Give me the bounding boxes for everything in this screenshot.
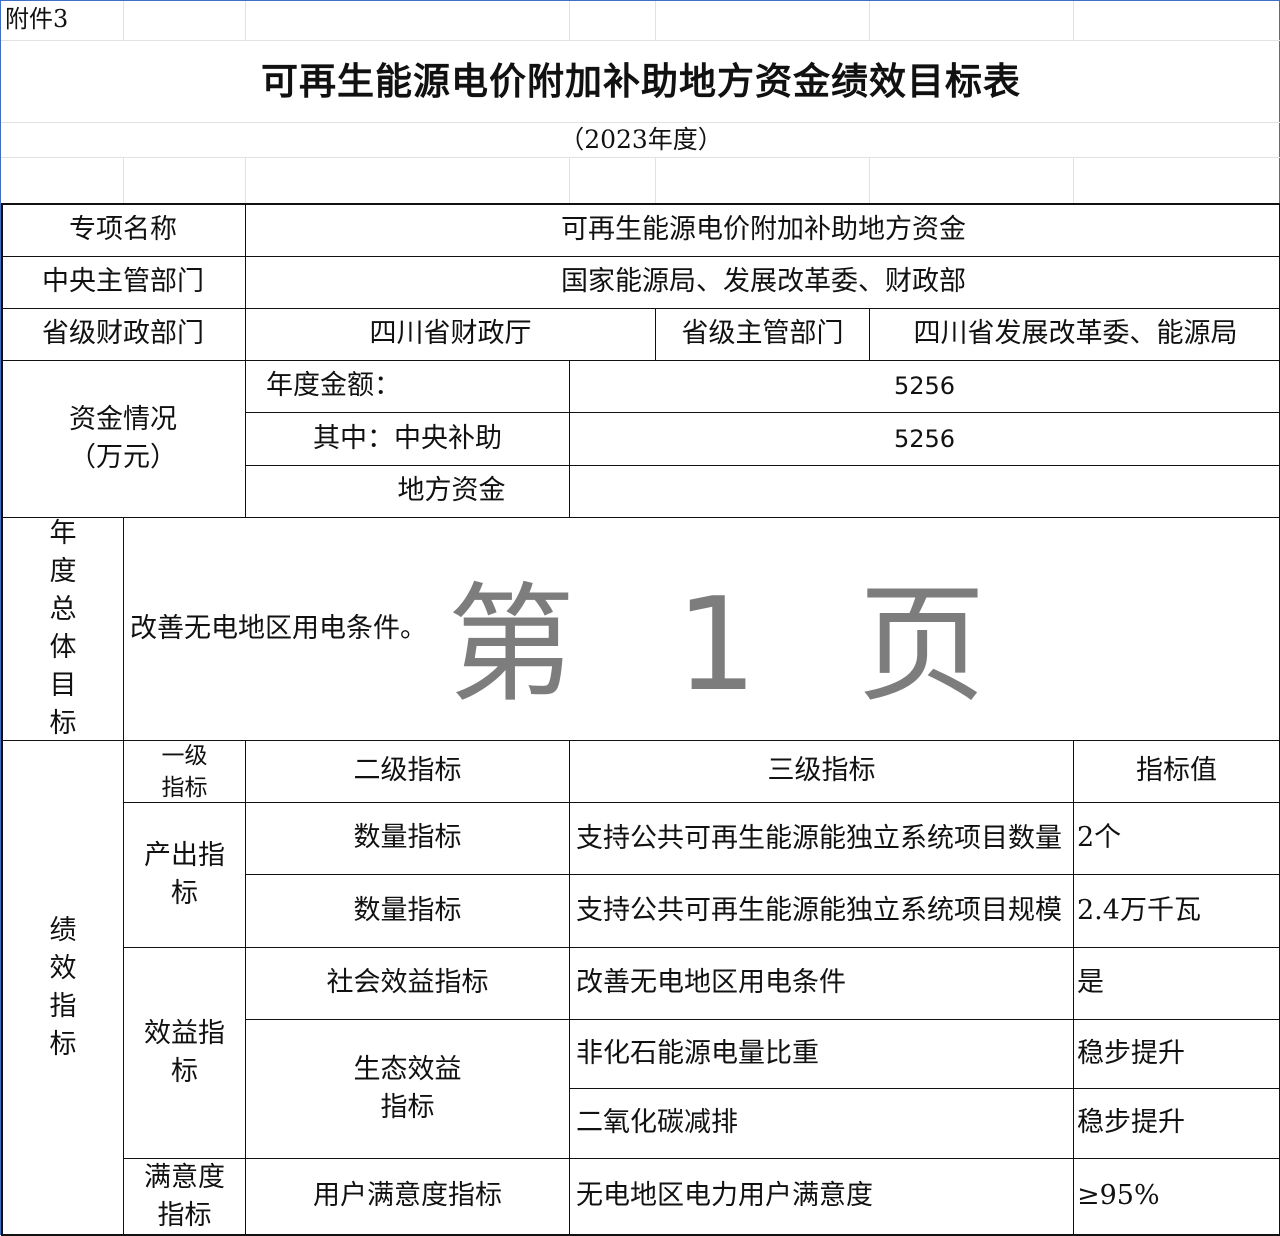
indicator-label-char: 指 [49, 990, 77, 1022]
satisfaction-label-line2: 指标 [157, 1199, 212, 1231]
gridline [569, 157, 570, 203]
table-row-value: 稳步提升 [1077, 1107, 1185, 1139]
gridline [869, 1, 870, 40]
table-row-level3: 支持公共可再生能源能独立系统项目规模 [576, 895, 1062, 926]
header-value: 指标值 [1136, 755, 1217, 787]
goal-label-char: 体 [49, 632, 77, 663]
table-row-value: 2.4万千瓦 [1077, 894, 1201, 926]
table-row-level3: 无电地区电力用户满意度 [576, 1180, 873, 1212]
performance-indicators-label: 绩 效 指 标 [3, 741, 123, 1234]
table-row-level2: 数量指标 [353, 894, 462, 926]
indicator-label-char: 效 [49, 952, 77, 984]
goal-label-char: 总 [49, 594, 77, 625]
table-row-value: 稳步提升 [1077, 1037, 1185, 1069]
table-row-level2: 数量指标 [353, 822, 462, 854]
page-title: 可再生能源电价附加补助地方资金绩效目标表 [261, 59, 1021, 103]
goal-label-char: 标 [49, 708, 77, 739]
funds-label-line2: （万元） [69, 442, 177, 473]
annual-amount-label: 年度金额： [266, 370, 401, 402]
gridline [569, 1, 570, 40]
eco-label-line2: 指标 [380, 1092, 435, 1123]
central-dept-value: 国家能源局、发展改革委、财政部 [561, 266, 966, 298]
gridline [245, 157, 246, 203]
output-label-line1: 产出指 [144, 840, 225, 871]
table-row-level3: 改善无电地区用电条件 [576, 967, 846, 999]
output-label-line2: 标 [171, 878, 198, 909]
benefit-indicator-label: 效益指 标 [124, 948, 245, 1158]
central-dept-label: 中央主管部门 [42, 266, 204, 298]
table-row-value: 是 [1077, 967, 1104, 999]
table-row-level2: 社会效益指标 [326, 967, 489, 999]
local-funds-value [570, 466, 1279, 517]
gridline [655, 157, 656, 203]
gridline [655, 1, 656, 40]
header-level1-line1: 一级 [161, 742, 208, 769]
table-row-value: 2个 [1077, 822, 1122, 854]
goal-label-char: 目 [49, 670, 77, 701]
gridline [123, 157, 124, 203]
eco-label-line1: 生态效益 [353, 1054, 462, 1085]
gridline [1, 157, 1280, 158]
table-row-level3: 非化石能源电量比重 [576, 1037, 819, 1069]
benefit-label-line1: 效益指 [144, 1018, 225, 1049]
benefit-label-line2: 标 [171, 1056, 198, 1087]
table-row-level2: 用户满意度指标 [313, 1180, 502, 1212]
funds-label-line1: 资金情况 [69, 404, 177, 435]
table-row-level3: 二氧化碳减排 [576, 1107, 738, 1139]
output-indicator-label: 产出指 标 [124, 803, 245, 947]
page-number-watermark: 第 1 页 [447, 571, 1016, 720]
annual-goal-label: 年 度 总 体 目 标 [3, 518, 123, 740]
project-name-value: 可再生能源电价附加补助地方资金 [561, 214, 966, 246]
prov-dept-label: 省级主管部门 [681, 318, 844, 350]
gridline [869, 157, 870, 203]
header-level1-line2: 指标 [161, 774, 208, 801]
gridline [1073, 157, 1074, 203]
gridline [1073, 1, 1074, 40]
indicator-label-char: 标 [49, 1028, 77, 1060]
local-funds-label: 地方资金 [397, 475, 506, 507]
header-level3: 三级指标 [767, 755, 876, 787]
table-row-value: ≥95% [1077, 1180, 1160, 1212]
eco-benefit-label: 生态效益 指标 [246, 1020, 569, 1158]
annual-amount-value: 5256 [893, 372, 956, 401]
header-level1: 一级 指标 [124, 741, 245, 802]
funds-label: 资金情况 （万元） [1, 361, 245, 517]
gridline [245, 1, 246, 40]
goal-label-char: 度 [49, 556, 77, 587]
header-level2: 二级指标 [353, 755, 462, 787]
central-subsidy-label: 其中：中央补助 [313, 422, 502, 454]
satisfaction-label-line1: 满意度 [144, 1161, 225, 1193]
prov-finance-value: 四川省财政厅 [369, 318, 532, 350]
year-note: （2023年度） [559, 125, 723, 155]
table-row-level3: 支持公共可再生能源能独立系统项目数量 [576, 822, 1062, 854]
gridline [123, 1, 124, 40]
indicator-label-char: 绩 [49, 914, 77, 946]
goal-label-char: 年 [49, 518, 77, 549]
attachment-label: 附件3 [5, 5, 69, 33]
satisfaction-indicator-label: 满意度 指标 [124, 1159, 245, 1234]
prov-finance-label: 省级财政部门 [42, 318, 204, 350]
project-name-label: 专项名称 [69, 214, 177, 246]
performance-target-sheet: 附件3 可再生能源电价附加补助地方资金绩效目标表 （2023年度） 专项名称 可… [0, 0, 1280, 1236]
central-subsidy-value: 5256 [893, 424, 956, 453]
prov-dept-value: 四川省发展改革委、能源局 [913, 318, 1238, 350]
